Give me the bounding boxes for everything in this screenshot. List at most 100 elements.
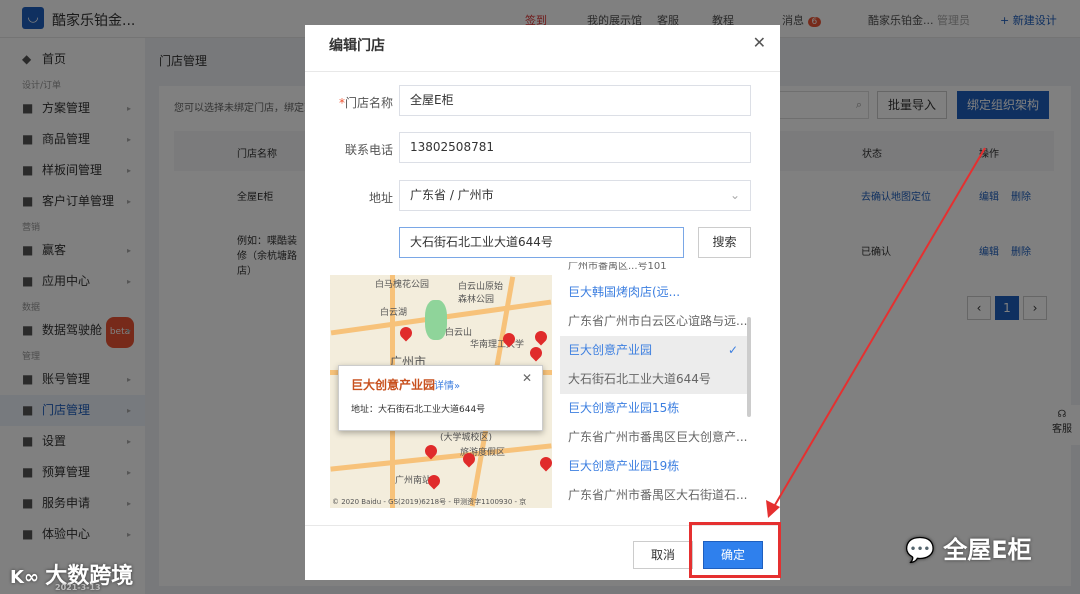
chevron-right-icon: ▸ xyxy=(126,246,131,255)
map-label: 华南理工大学 xyxy=(470,340,525,350)
sidebar-item-label: 赢客 xyxy=(42,243,67,257)
wechat-icon: 💬 xyxy=(905,536,944,564)
sidebar-item[interactable]: ■ 门店管理 ▸ xyxy=(0,395,145,426)
place-title: 巨大创意产业园19栋 xyxy=(568,459,680,473)
sidebar-item[interactable]: ■ 赢客 ▸ xyxy=(0,235,145,266)
sidebar-item[interactable]: ■ 样板间管理 ▸ xyxy=(0,155,145,186)
cancel-button[interactable]: 取消 xyxy=(633,541,693,569)
menu-icon: ■ xyxy=(22,465,34,479)
sidebar-item[interactable]: ■ 服务申请 ▸ xyxy=(0,488,145,519)
sidebar-item-home[interactable]: ◆ 首页 xyxy=(0,44,145,75)
menu-icon: ■ xyxy=(22,274,34,288)
home-icon: ◆ xyxy=(22,52,32,66)
map-label: 广州南站 xyxy=(395,476,432,486)
edit-link[interactable]: 编辑 xyxy=(979,243,999,258)
popup-detail-link[interactable]: 详情» xyxy=(434,377,460,392)
map-label: 白云湖 xyxy=(380,308,408,318)
place-address: 大石街石北工业大道644号 xyxy=(560,365,750,394)
chevron-right-icon: ▸ xyxy=(126,468,131,477)
hint-text: 您可以选择未绑定门店，绑定到 xyxy=(174,103,314,114)
edit-link[interactable]: 编辑 xyxy=(979,188,999,203)
chevron-right-icon: ▸ xyxy=(126,437,131,446)
popup-close-icon[interactable]: ✕ xyxy=(522,371,532,385)
user-menu[interactable]: 酷家乐铂金... xyxy=(868,12,934,28)
place-item[interactable]: 巨大创意产业园 ✓ 大石街石北工业大道644号 xyxy=(560,336,750,394)
store-name-input[interactable]: 全屋E柜 xyxy=(399,85,751,116)
chevron-right-icon: ▸ xyxy=(126,499,131,508)
watermark-right-text: 全屋E柜 xyxy=(943,536,1032,564)
sidebar-item[interactable]: ■ 方案管理 ▸ xyxy=(0,93,145,124)
place-item[interactable]: 巨大韩国烤肉店(远... 广东省广州市白云区心谊路与远... xyxy=(560,278,750,336)
sidebar-item[interactable]: ■ 预算管理 ▸ xyxy=(0,457,145,488)
delete-link[interactable]: 删除 xyxy=(1011,243,1031,258)
sidebar-item-label: 门店管理 xyxy=(42,403,91,417)
sidebar-item-label: 体验中心 xyxy=(42,527,91,541)
name-label: *门店名称 xyxy=(338,96,393,110)
map[interactable]: 白马槐花公园 白云山原始森林公园 白云湖 白云山 华南理工大学 广州市 旅游度假… xyxy=(330,275,552,508)
map-pin-icon[interactable] xyxy=(527,344,545,362)
check-circle-icon: ✓ xyxy=(727,343,738,357)
sidebar-group-title: 营销 xyxy=(22,223,41,233)
menu-icon: ■ xyxy=(22,434,34,448)
search-button[interactable]: 搜索 xyxy=(698,227,751,258)
place-item[interactable]: 广州市番禺区...号101 xyxy=(560,262,750,278)
new-design-button[interactable]: + 新建设计 xyxy=(1000,12,1057,28)
map-pin-icon[interactable] xyxy=(537,454,552,472)
side-help-button[interactable]: ☊ 客服 xyxy=(1044,405,1080,445)
sidebar-item[interactable]: ■ 客户订单管理 ▸ xyxy=(0,186,145,217)
sidebar-item[interactable]: ■ 账号管理 ▸ xyxy=(0,364,145,395)
sidebar-item[interactable]: ■ 应用中心 ▸ xyxy=(0,266,145,297)
sidebar-group-title: 数据 xyxy=(22,303,41,313)
sidebar-item-label: 客户订单管理 xyxy=(42,194,115,208)
prev-page-button[interactable]: ‹ xyxy=(967,296,991,320)
watermark-logo-icon: K∞ xyxy=(10,567,46,588)
chevron-right-icon: ▸ xyxy=(126,326,131,335)
sidebar-item[interactable]: ■ 数据驾驶舱 beta ▸ xyxy=(0,315,145,348)
menu-icon: ■ xyxy=(22,372,34,386)
sidebar-item[interactable]: ■ 体验中心 ▸ xyxy=(0,519,145,550)
street-input[interactable]: 大石街石北工业大道644号 xyxy=(399,227,684,258)
menu-icon: ■ xyxy=(22,527,34,541)
name-label-text: 门店名称 xyxy=(344,96,393,110)
region-select[interactable]: 广东省 / 广州市 ⌄ xyxy=(399,180,751,211)
map-label: 白云山原始森林公园 xyxy=(458,282,504,305)
sidebar-item[interactable]: ■ 商品管理 ▸ xyxy=(0,124,145,155)
confirm-location-link[interactable]: 去确认地图定位 xyxy=(861,188,931,203)
menu-icon: ■ xyxy=(22,403,34,417)
breadcrumb: 门店管理 xyxy=(159,54,208,68)
close-icon[interactable]: ✕ xyxy=(753,33,766,52)
sidebar-item-label: 方案管理 xyxy=(42,101,91,115)
next-page-button[interactable]: › xyxy=(1023,296,1047,320)
sidebar-item-label: 设置 xyxy=(42,434,67,448)
place-address: 广东省广州市番禺区巨大创意产... xyxy=(568,430,748,444)
phone-input[interactable]: 13802508781 xyxy=(399,132,751,163)
logo-icon: ◡ xyxy=(22,7,44,29)
col-actions: 操作 xyxy=(979,149,999,160)
map-label: 白云山 xyxy=(445,328,473,338)
place-list-scrollbar[interactable] xyxy=(747,317,751,417)
sidebar-group-title: 管理 xyxy=(22,352,41,362)
bind-org-button[interactable]: 绑定组织架构 xyxy=(957,91,1049,119)
divider xyxy=(305,525,780,526)
confirm-button[interactable]: 确定 xyxy=(703,541,763,569)
divider xyxy=(305,71,780,72)
map-copyright: © 2020 Baidu - GS(2019)6218号 - 甲测资字11009… xyxy=(332,498,527,506)
delete-link[interactable]: 删除 xyxy=(1011,188,1031,203)
menu-icon: ■ xyxy=(22,243,34,257)
sidebar-item[interactable]: ■ 设置 ▸ xyxy=(0,426,145,457)
map-label: (大学城校区) xyxy=(440,433,493,443)
messages-link[interactable]: 消息 6 xyxy=(782,12,822,28)
brand-name: 酷家乐铂金... xyxy=(52,13,136,29)
message-count-badge: 6 xyxy=(807,17,822,27)
messages-label: 消息 xyxy=(782,14,804,27)
place-title: 巨大创意产业园15栋 xyxy=(568,401,680,415)
page-button[interactable]: 1 xyxy=(995,296,1019,320)
place-item[interactable]: 巨大创意产业园15栋广东省广州市番禺区巨大创意产... xyxy=(560,394,750,452)
chevron-right-icon: ▸ xyxy=(126,135,131,144)
map-pin-icon[interactable] xyxy=(397,324,415,342)
sidebar-item-label: 样板间管理 xyxy=(42,163,103,177)
dialog-title: 编辑门店 xyxy=(329,38,385,54)
bulk-import-button[interactable]: 批量导入 xyxy=(877,91,947,119)
place-item[interactable]: 巨大创意产业园19栋 广东省广州市番禺区大石街道石... xyxy=(560,452,750,509)
map-pin-icon[interactable] xyxy=(532,328,550,346)
